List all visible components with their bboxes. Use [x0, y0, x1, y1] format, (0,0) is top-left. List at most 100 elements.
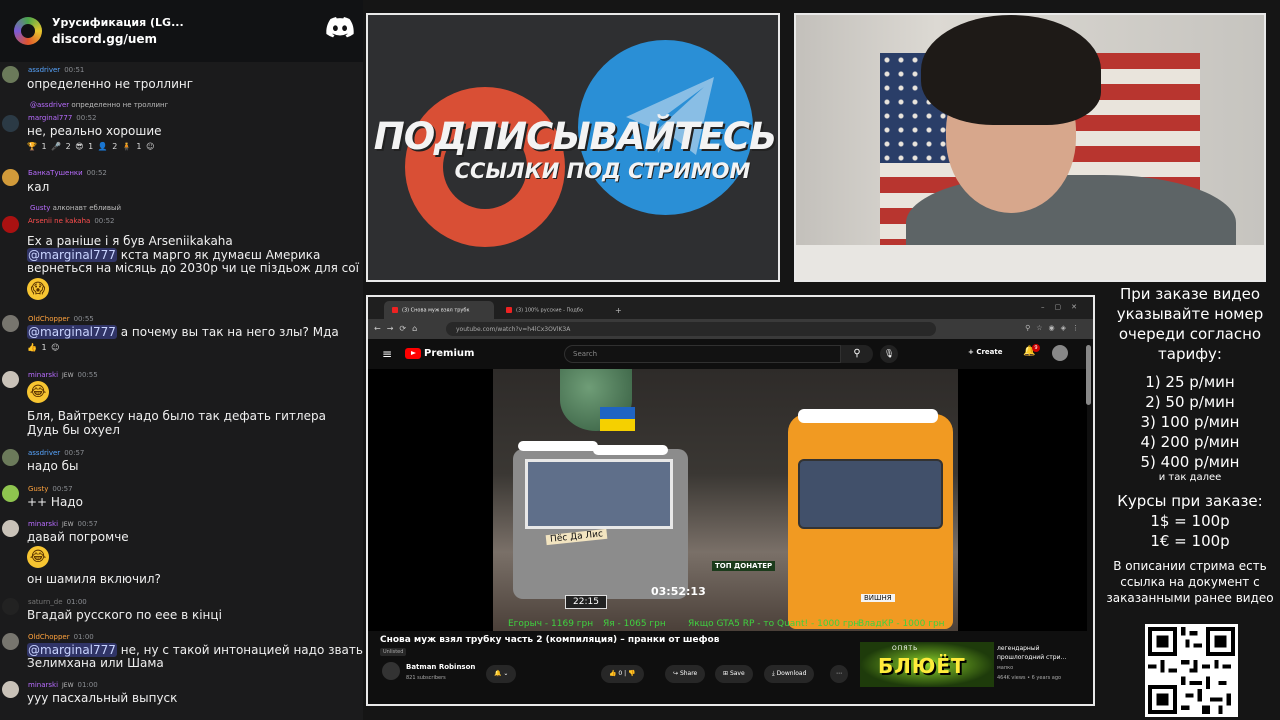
- username[interactable]: assdriver: [28, 449, 60, 457]
- save-button[interactable]: ⊞ Save: [715, 665, 753, 683]
- notification-count: 9: [1032, 344, 1040, 352]
- nav-buttons[interactable]: ←→⟳⌂: [374, 324, 423, 333]
- timestamp: 00:52: [94, 217, 115, 225]
- create-button[interactable]: + Create: [968, 348, 1002, 356]
- role-badge: JEW: [62, 681, 74, 689]
- chat-message: saturn_de 01:00 Вгадай русского по еее в …: [0, 598, 363, 624]
- avatar[interactable]: [1052, 345, 1068, 361]
- username[interactable]: saturn_de: [28, 598, 63, 606]
- avatar: [2, 315, 19, 332]
- reply-preview[interactable]: @assdriver определенно не троллинг: [30, 101, 168, 109]
- chat-message: OldChopper 00:55 @marginal777 а почему вы…: [0, 315, 363, 357]
- description-note: В описании стрима есть ссылка на докумен…: [1106, 559, 1274, 605]
- message-text: кал: [27, 180, 50, 194]
- role-badge: JEW: [62, 520, 74, 528]
- extension-icons[interactable]: ⚲☆◉◈⋮: [1025, 324, 1085, 332]
- message-text: @marginal777 а почему вы так на него злы…: [27, 325, 339, 339]
- laughing-emoji-icon: 😂: [27, 546, 49, 568]
- chat-message: minarski JEW 00:57 давай погромче 😂 он шам…: [0, 520, 363, 590]
- username[interactable]: minarski: [28, 520, 58, 528]
- screaming-emoji-icon: 😱: [27, 278, 49, 300]
- big-timer: 03:52:13: [651, 585, 706, 598]
- timestamp: 00:57: [64, 449, 85, 457]
- thumb-text: БЛЮЁТ: [878, 654, 966, 678]
- search-icon[interactable]: ⚲: [841, 345, 873, 363]
- avatar: [2, 169, 19, 186]
- timestamp: 00:55: [73, 315, 94, 323]
- message-text: не, реально хорошие: [27, 124, 162, 138]
- small-timer: 22:15: [565, 595, 607, 609]
- url-field[interactable]: youtube.com/watch?v=h4lCx3OVlK3A: [446, 322, 936, 336]
- avatar: [2, 598, 19, 615]
- message-text: надо бы: [27, 459, 79, 473]
- username[interactable]: minarski: [28, 371, 58, 379]
- donor-label: Якщо GTA5 RP - то Quant! - 1000 грн: [688, 619, 860, 629]
- avatar: [2, 449, 19, 466]
- chat-message: assdriver 00:57 надо бы: [0, 449, 363, 475]
- server-invite-link[interactable]: discord.gg/uem: [52, 31, 184, 47]
- scrollbar[interactable]: [1086, 345, 1091, 405]
- message-text: вернеться на місяць до 2030р чи це піздь…: [27, 261, 363, 275]
- message-text: он шамиля включил?: [27, 572, 161, 586]
- video-player[interactable]: Пёс Да Лис ТОП ДОНАТЕР ВИШНЯ 22:15 03:52…: [368, 369, 1087, 631]
- chat-message: Gusty алконавт ебливый Arsenii ne kakaha…: [0, 204, 363, 304]
- user-mention[interactable]: @marginal777: [27, 325, 117, 339]
- message-text: ++ Надо: [27, 495, 83, 509]
- donor-label: Яя - 1065 грн: [603, 619, 666, 629]
- avatar: [2, 115, 19, 132]
- avatar: [2, 681, 19, 698]
- tariff-list: 1) 25 р/мин 2) 50 р/мин 3) 100 р/мин 4) …: [1100, 372, 1280, 472]
- search-input[interactable]: Search: [564, 345, 841, 363]
- channel-name[interactable]: Batman Robinson: [406, 663, 475, 671]
- username[interactable]: OldChopper: [28, 315, 70, 323]
- order-instructions: При заказе видео указывайте номер очеред…: [1116, 285, 1264, 363]
- username[interactable]: Arsenii ne kakaha: [28, 217, 90, 225]
- username[interactable]: assdriver: [28, 66, 60, 74]
- tariff-item: 2) 50 р/мин: [1145, 393, 1235, 411]
- timestamp: 01:00: [73, 633, 94, 641]
- youtube-header: ≡ Premium Search ⚲ 🎙 + Create 🔔 9: [368, 339, 1093, 369]
- more-button[interactable]: ⋯: [830, 665, 848, 683]
- banner-headline: ПОДПИСЫВАЙТЕСЬ: [373, 115, 777, 158]
- chat-message: assdriver 00:51 определенно не троллинг: [0, 66, 363, 96]
- browser-tab[interactable]: (3) 100% русские - Подбо: [498, 301, 610, 319]
- username[interactable]: minarski: [28, 681, 58, 689]
- browser-window: (3) Снова муж взял трубк (3) 100% русски…: [366, 295, 1095, 706]
- share-button[interactable]: ↪ Share: [665, 665, 706, 683]
- channel-avatar[interactable]: [382, 662, 400, 680]
- like-button[interactable]: 👍 0 | 👎: [601, 665, 644, 683]
- chat-panel: Урусификация (LG... discord.gg/uem assdr…: [0, 0, 363, 720]
- subscriber-count: 821 subscribers: [406, 675, 446, 681]
- discord-icon: [326, 17, 354, 38]
- reactions[interactable]: 👍 1 ☺: [27, 343, 60, 352]
- username[interactable]: Gusty: [28, 485, 48, 493]
- reactions[interactable]: 🏆 1 🎤 2 😎 1 👤 2 🧍 1 ☺: [27, 142, 155, 151]
- menu-icon[interactable]: ≡: [382, 347, 392, 361]
- donor-label: Егорыч - 1169 грн: [508, 619, 594, 629]
- mic-icon[interactable]: 🎙: [880, 345, 898, 363]
- tariff-item: 1) 25 р/мин: [1145, 373, 1235, 391]
- youtube-logo[interactable]: Premium: [405, 348, 474, 359]
- download-button[interactable]: ⤓ Download: [764, 665, 815, 683]
- new-tab-button[interactable]: +: [612, 301, 626, 319]
- user-mention[interactable]: @marginal777: [27, 643, 117, 657]
- username[interactable]: marginal777: [28, 114, 72, 122]
- timestamp: 01:00: [77, 681, 98, 689]
- user-mention[interactable]: @marginal777: [27, 248, 117, 262]
- notifications-button[interactable]: 🔔 ⌄: [486, 665, 517, 683]
- recommended-title[interactable]: легендарный прошлогодний стри...: [997, 644, 1087, 662]
- reply-preview[interactable]: Gusty алконавт ебливый: [30, 204, 121, 212]
- username[interactable]: БанкаТушенки: [28, 169, 83, 177]
- window-controls[interactable]: –▢✕: [1041, 303, 1087, 311]
- browser-tab[interactable]: (3) Снова муж взял трубк: [384, 301, 494, 319]
- username[interactable]: OldChopper: [28, 633, 70, 641]
- tariff-item: 4) 200 р/мин: [1140, 433, 1240, 451]
- qr-code[interactable]: [1145, 624, 1238, 717]
- timestamp: 00:55: [77, 371, 98, 379]
- rates-title: Курсы при заказе:: [1117, 492, 1263, 510]
- message-text: Вгадай русского по еее в кінці: [27, 608, 222, 622]
- avatar: [2, 66, 19, 83]
- recommended-thumbnail[interactable]: ОПЯТЬ БЛЮЁТ: [860, 642, 994, 687]
- top-donater-label: ТОП ДОНАТЕР: [712, 561, 776, 571]
- rate-item: 1€ = 100р: [1150, 532, 1230, 550]
